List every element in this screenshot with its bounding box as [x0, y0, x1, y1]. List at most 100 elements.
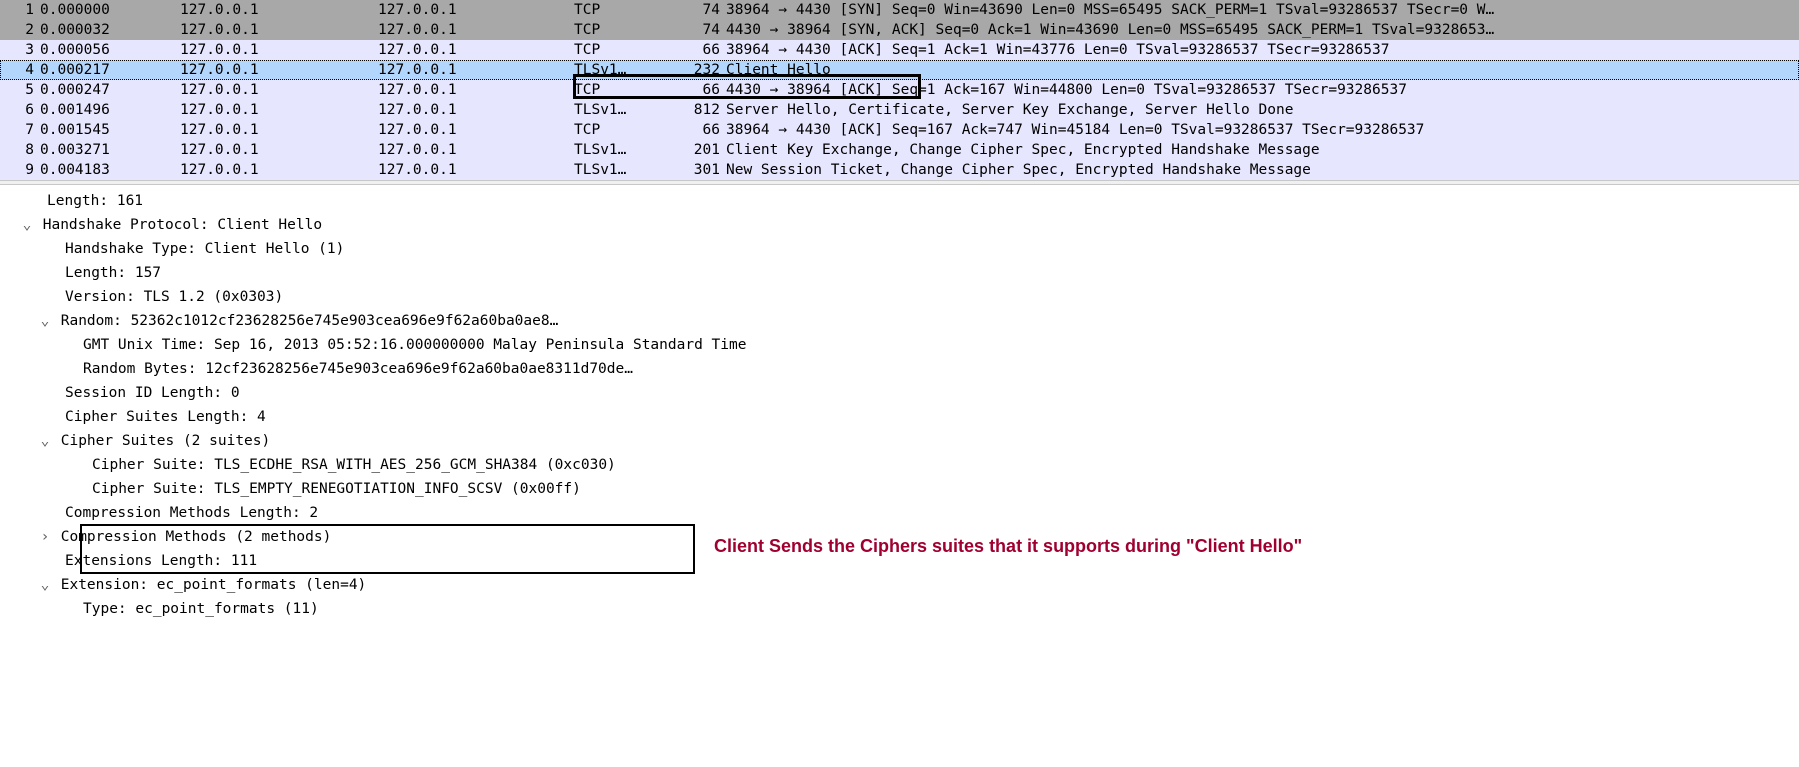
col-time: 0.000000: [40, 0, 180, 20]
tree-row[interactable]: Type: ec_point_formats (11): [0, 597, 1799, 621]
tree-row[interactable]: Version: TLS 1.2 (0x0303): [0, 285, 1799, 309]
tree-twisty-icon[interactable]: ⌄: [38, 573, 52, 597]
col-length: 66: [670, 40, 726, 60]
tree-label: Extensions Length: 111: [65, 553, 257, 569]
col-info: 38964 → 4430 [ACK] Seq=1 Ack=1 Win=43776…: [726, 40, 1799, 60]
col-time: 0.000247: [40, 80, 180, 100]
tree-label: Compression Methods (2 methods): [61, 529, 332, 545]
tree-label: Type: ec_point_formats (11): [83, 601, 319, 617]
col-destination: 127.0.0.1: [378, 80, 574, 100]
tree-row[interactable]: Compression Methods Length: 2: [0, 501, 1799, 525]
tree-twisty-icon[interactable]: ⌄: [38, 309, 52, 333]
tree-row[interactable]: Length: 157: [0, 261, 1799, 285]
col-protocol: TCP: [574, 20, 670, 40]
col-number: 7: [0, 120, 40, 140]
col-source: 127.0.0.1: [180, 0, 378, 20]
col-info: New Session Ticket, Change Cipher Spec, …: [726, 160, 1799, 180]
tree-label: Version: TLS 1.2 (0x0303): [65, 289, 283, 305]
tree-row[interactable]: Length: 161: [0, 189, 1799, 213]
col-number: 5: [0, 80, 40, 100]
tree-row[interactable]: Cipher Suites Length: 4: [0, 405, 1799, 429]
col-destination: 127.0.0.1: [378, 40, 574, 60]
col-destination: 127.0.0.1: [378, 20, 574, 40]
packet-row[interactable]: 30.000056127.0.0.1127.0.0.1TCP6638964 → …: [0, 40, 1799, 60]
tree-label: GMT Unix Time: Sep 16, 2013 05:52:16.000…: [83, 337, 746, 353]
tree-label: Handshake Type: Client Hello (1): [65, 241, 344, 257]
col-number: 4: [0, 60, 40, 80]
tree-row[interactable]: ⌄ Extension: ec_point_formats (len=4): [0, 573, 1799, 597]
packet-row[interactable]: 40.000217127.0.0.1127.0.0.1TLSv1…232Clie…: [0, 60, 1799, 80]
tree-row[interactable]: Cipher Suite: TLS_EMPTY_RENEGOTIATION_IN…: [0, 477, 1799, 501]
col-info: Client Hello: [726, 60, 1799, 80]
tree-label: Cipher Suites Length: 4: [65, 409, 266, 425]
col-protocol: TLSv1…: [574, 60, 670, 80]
col-source: 127.0.0.1: [180, 20, 378, 40]
col-time: 0.000032: [40, 20, 180, 40]
tree-row[interactable]: ⌄ Cipher Suites (2 suites): [0, 429, 1799, 453]
col-destination: 127.0.0.1: [378, 0, 574, 20]
col-length: 232: [670, 60, 726, 80]
col-protocol: TCP: [574, 120, 670, 140]
tree-row[interactable]: GMT Unix Time: Sep 16, 2013 05:52:16.000…: [0, 333, 1799, 357]
tree-label: Cipher Suite: TLS_ECDHE_RSA_WITH_AES_256…: [92, 457, 616, 473]
col-length: 201: [670, 140, 726, 160]
col-time: 0.004183: [40, 160, 180, 180]
tree-label: Length: 161: [47, 193, 143, 209]
tree-row[interactable]: ⌄ Handshake Protocol: Client Hello: [0, 213, 1799, 237]
col-source: 127.0.0.1: [180, 60, 378, 80]
col-destination: 127.0.0.1: [378, 120, 574, 140]
col-protocol: TCP: [574, 0, 670, 20]
col-info: Server Hello, Certificate, Server Key Ex…: [726, 100, 1799, 120]
col-number: 1: [0, 0, 40, 20]
col-number: 2: [0, 20, 40, 40]
tree-label: Random: 52362c1012cf23628256e745e903cea6…: [61, 313, 559, 329]
col-time: 0.000217: [40, 60, 180, 80]
packet-list[interactable]: 10.000000127.0.0.1127.0.0.1TCP7438964 → …: [0, 0, 1799, 180]
col-protocol: TLSv1…: [574, 140, 670, 160]
col-info: 4430 → 38964 [SYN, ACK] Seq=0 Ack=1 Win=…: [726, 20, 1799, 40]
col-protocol: TCP: [574, 40, 670, 60]
tree-label: Handshake Protocol: Client Hello: [43, 217, 322, 233]
col-info: 4430 → 38964 [ACK] Seq=1 Ack=167 Win=448…: [726, 80, 1799, 100]
packet-row[interactable]: 70.001545127.0.0.1127.0.0.1TCP6638964 → …: [0, 120, 1799, 140]
col-protocol: TLSv1…: [574, 160, 670, 180]
col-length: 74: [670, 20, 726, 40]
col-source: 127.0.0.1: [180, 160, 378, 180]
packet-row[interactable]: 80.003271127.0.0.1127.0.0.1TLSv1…201Clie…: [0, 140, 1799, 160]
tree-label: Random Bytes: 12cf23628256e745e903cea696…: [83, 361, 633, 377]
tree-twisty-icon[interactable]: ⌄: [20, 213, 34, 237]
col-time: 0.001496: [40, 100, 180, 120]
tree-twisty-icon[interactable]: ›: [38, 525, 52, 549]
col-destination: 127.0.0.1: [378, 60, 574, 80]
col-info: 38964 → 4430 [SYN] Seq=0 Win=43690 Len=0…: [726, 0, 1799, 20]
tree-row[interactable]: Random Bytes: 12cf23628256e745e903cea696…: [0, 357, 1799, 381]
col-time: 0.000056: [40, 40, 180, 60]
tree-row[interactable]: Handshake Type: Client Hello (1): [0, 237, 1799, 261]
col-info: Client Key Exchange, Change Cipher Spec,…: [726, 140, 1799, 160]
col-number: 3: [0, 40, 40, 60]
annotation-text: Client Sends the Ciphers suites that it …: [714, 536, 1302, 557]
col-source: 127.0.0.1: [180, 100, 378, 120]
col-length: 66: [670, 80, 726, 100]
packet-row[interactable]: 10.000000127.0.0.1127.0.0.1TCP7438964 → …: [0, 0, 1799, 20]
col-destination: 127.0.0.1: [378, 100, 574, 120]
tree-row[interactable]: Session ID Length: 0: [0, 381, 1799, 405]
packet-row[interactable]: 60.001496127.0.0.1127.0.0.1TLSv1…812Serv…: [0, 100, 1799, 120]
col-length: 301: [670, 160, 726, 180]
col-protocol: TCP: [574, 80, 670, 100]
col-time: 0.003271: [40, 140, 180, 160]
col-source: 127.0.0.1: [180, 140, 378, 160]
tree-label: Cipher Suites (2 suites): [61, 433, 271, 449]
packet-row[interactable]: 90.004183127.0.0.1127.0.0.1TLSv1…301New …: [0, 160, 1799, 180]
tree-label: Cipher Suite: TLS_EMPTY_RENEGOTIATION_IN…: [92, 481, 581, 497]
col-destination: 127.0.0.1: [378, 140, 574, 160]
tree-row[interactable]: ⌄ Random: 52362c1012cf23628256e745e903ce…: [0, 309, 1799, 333]
col-source: 127.0.0.1: [180, 120, 378, 140]
col-number: 8: [0, 140, 40, 160]
tree-label: Compression Methods Length: 2: [65, 505, 318, 521]
packet-row[interactable]: 20.000032127.0.0.1127.0.0.1TCP744430 → 3…: [0, 20, 1799, 40]
tree-twisty-icon[interactable]: ⌄: [38, 429, 52, 453]
packet-row[interactable]: 50.000247127.0.0.1127.0.0.1TCP664430 → 3…: [0, 80, 1799, 100]
col-length: 66: [670, 120, 726, 140]
tree-row[interactable]: Cipher Suite: TLS_ECDHE_RSA_WITH_AES_256…: [0, 453, 1799, 477]
